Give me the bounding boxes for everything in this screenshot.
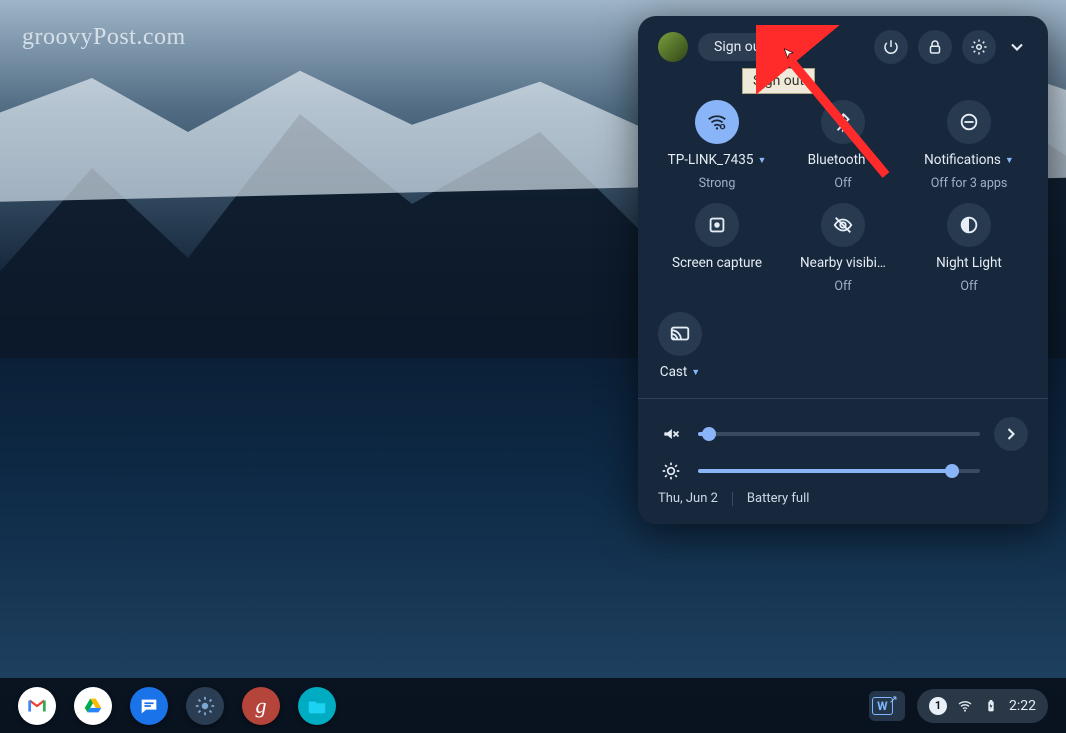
notification-count: 1 bbox=[929, 697, 947, 715]
tile-notifications: Notifications▼ Off for 3 apps bbox=[910, 100, 1028, 191]
wifi-toggle[interactable] bbox=[695, 100, 739, 144]
gear-icon bbox=[970, 38, 988, 56]
volume-mute-icon[interactable] bbox=[658, 424, 684, 444]
wifi-sub: Strong bbox=[699, 176, 736, 191]
tile-screen-capture: Screen capture bbox=[658, 203, 776, 294]
volume-row bbox=[658, 417, 1028, 451]
avatar[interactable] bbox=[658, 32, 688, 62]
wifi-label[interactable]: TP-LINK_7435▼ bbox=[668, 152, 767, 168]
wifi-icon bbox=[957, 698, 973, 714]
bluetooth-toggle[interactable] bbox=[821, 100, 865, 144]
night-light-sub: Off bbox=[960, 279, 977, 294]
collapse-button[interactable] bbox=[1006, 37, 1028, 57]
battery-icon bbox=[983, 698, 999, 714]
brightness-slider[interactable] bbox=[698, 469, 980, 473]
night-light-label[interactable]: Night Light bbox=[936, 255, 1002, 271]
notifications-toggle[interactable] bbox=[947, 100, 991, 144]
shelf: g W↗ 1 2:22 bbox=[0, 678, 1066, 733]
messages-icon bbox=[138, 695, 160, 717]
notifications-label[interactable]: Notifications▼ bbox=[924, 152, 1014, 168]
nearby-toggle[interactable] bbox=[821, 203, 865, 247]
gear-icon bbox=[194, 695, 216, 717]
bluetooth-sub: Off bbox=[834, 176, 851, 191]
tile-bluetooth: Bluetooth▼ Off bbox=[784, 100, 902, 191]
lock-button[interactable] bbox=[918, 30, 952, 64]
shelf-app-messages[interactable] bbox=[130, 687, 168, 725]
panel-footer: Thu, Jun 2 Battery full bbox=[658, 491, 1028, 506]
cast-icon bbox=[669, 323, 691, 345]
mouse-cursor-icon bbox=[782, 46, 796, 60]
bluetooth-off-icon bbox=[832, 111, 854, 133]
night-light-toggle[interactable] bbox=[947, 203, 991, 247]
sign-out-tooltip: Sign out bbox=[742, 68, 815, 94]
gmail-icon bbox=[26, 695, 48, 717]
chevron-right-icon bbox=[1001, 424, 1021, 444]
settings-button[interactable] bbox=[962, 30, 996, 64]
cast-button[interactable] bbox=[658, 312, 702, 356]
tile-wifi: TP-LINK_7435▼ Strong bbox=[658, 100, 776, 191]
screen-capture-button[interactable] bbox=[695, 203, 739, 247]
panel-header: Sign out bbox=[658, 30, 1028, 64]
shelf-app-settings[interactable] bbox=[186, 687, 224, 725]
audio-output-button[interactable] bbox=[994, 417, 1028, 451]
status-tray[interactable]: 1 2:22 bbox=[917, 689, 1048, 723]
shelf-app-files[interactable] bbox=[298, 687, 336, 725]
visibility-off-icon bbox=[832, 214, 854, 236]
lock-icon bbox=[926, 38, 944, 56]
night-light-icon bbox=[958, 214, 980, 236]
shelf-app-drive[interactable] bbox=[74, 687, 112, 725]
battery-text: Battery full bbox=[747, 491, 809, 506]
separator bbox=[638, 398, 1048, 399]
desktop: groovyPost.com Sign out Sign out bbox=[0, 0, 1066, 733]
power-button[interactable] bbox=[874, 30, 908, 64]
shelf-app-groovypost[interactable]: g bbox=[242, 687, 280, 725]
wifi-icon bbox=[706, 111, 728, 133]
volume-slider[interactable] bbox=[698, 432, 980, 436]
watermark-text: groovyPost.com bbox=[22, 24, 186, 51]
dnd-icon bbox=[958, 111, 980, 133]
brightness-icon[interactable] bbox=[658, 461, 684, 481]
notifications-sub: Off for 3 apps bbox=[931, 176, 1008, 191]
power-icon bbox=[882, 38, 900, 56]
shelf-right: W↗ 1 2:22 bbox=[869, 689, 1048, 723]
quick-settings-panel: Sign out Sign out TP-LINK_7435▼ bbox=[638, 16, 1048, 524]
tile-nearby: Nearby visibi… Off bbox=[784, 203, 902, 294]
tile-night-light: Night Light Off bbox=[910, 203, 1028, 294]
nearby-label[interactable]: Nearby visibi… bbox=[800, 255, 886, 271]
quick-tiles: TP-LINK_7435▼ Strong Bluetooth▼ Off Noti… bbox=[658, 100, 1028, 294]
shelf-pinned-word[interactable]: W↗ bbox=[869, 691, 905, 721]
sign-out-button[interactable]: Sign out bbox=[698, 33, 781, 61]
brightness-row bbox=[658, 461, 1028, 481]
drive-icon bbox=[82, 695, 104, 717]
chevron-down-icon bbox=[1007, 37, 1027, 57]
bluetooth-label[interactable]: Bluetooth▼ bbox=[808, 152, 879, 168]
nearby-sub: Off bbox=[834, 279, 851, 294]
folder-icon bbox=[306, 695, 328, 717]
cast-label[interactable]: Cast▼ bbox=[660, 364, 700, 380]
date-text: Thu, Jun 2 bbox=[658, 491, 718, 506]
clock: 2:22 bbox=[1009, 698, 1036, 714]
footer-divider bbox=[732, 492, 733, 506]
screen-capture-label[interactable]: Screen capture bbox=[672, 255, 762, 271]
tile-cast: Cast▼ bbox=[658, 312, 702, 380]
screen-capture-icon bbox=[706, 214, 728, 236]
cast-row: Cast▼ bbox=[658, 312, 1028, 380]
shelf-app-gmail[interactable] bbox=[18, 687, 56, 725]
